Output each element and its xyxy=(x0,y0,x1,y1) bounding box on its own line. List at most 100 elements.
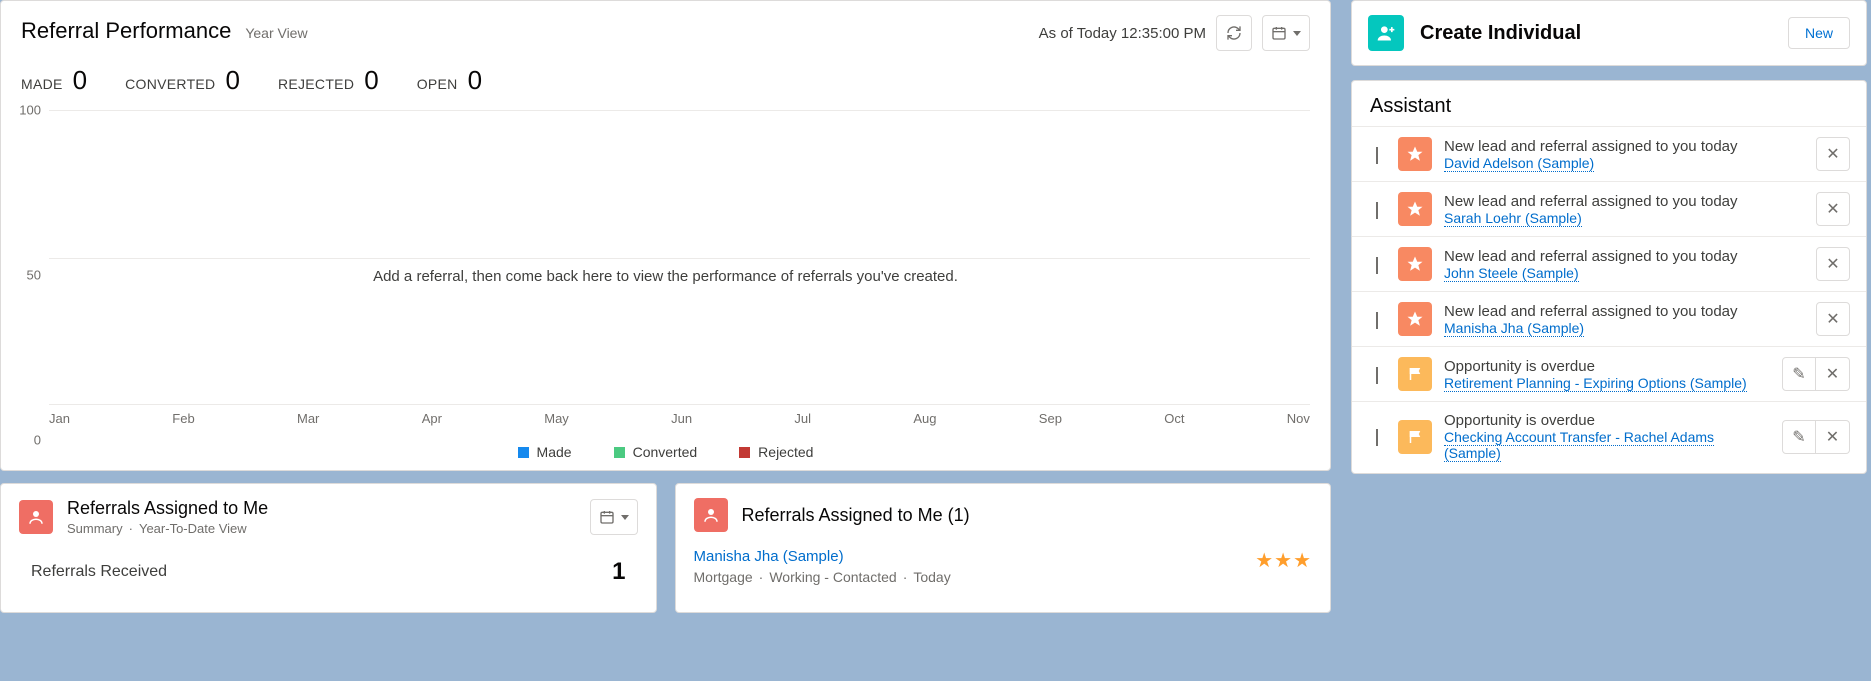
card-title: Referrals Assigned to Me xyxy=(67,498,268,519)
chevron-right-icon xyxy=(1376,312,1378,329)
close-icon: ✕ xyxy=(1826,254,1839,274)
assistant-item: Opportunity is overdueChecking Account T… xyxy=(1352,401,1866,471)
x-tick-label: May xyxy=(544,411,569,426)
x-tick-label: Nov xyxy=(1287,411,1310,426)
x-tick-label: Aug xyxy=(913,411,936,426)
calendar-icon xyxy=(1271,25,1287,41)
expand-button[interactable] xyxy=(1368,308,1386,331)
x-tick-label: Oct xyxy=(1164,411,1184,426)
pencil-icon: ✎ xyxy=(1792,427,1805,447)
dismiss-button[interactable]: ✕ xyxy=(1816,420,1850,454)
dismiss-button[interactable]: ✕ xyxy=(1816,357,1850,391)
assistant-card: Assistant New lead and referral assigned… xyxy=(1351,80,1867,474)
expand-button[interactable] xyxy=(1368,143,1386,166)
as-of-label: As of Today 12:35:00 PM xyxy=(1039,25,1206,42)
assistant-record-link[interactable]: Sarah Loehr (Sample) xyxy=(1444,210,1582,227)
expand-button[interactable] xyxy=(1368,425,1386,448)
dismiss-button[interactable]: ✕ xyxy=(1816,247,1850,281)
kpi-row: MADE 0 CONVERTED 0 REJECTED 0 OPEN 0 xyxy=(1,55,1330,110)
card-title: Referrals Assigned to Me (1) xyxy=(742,505,970,526)
assistant-record-link[interactable]: Checking Account Transfer - Rachel Adams… xyxy=(1444,429,1714,462)
dismiss-button[interactable]: ✕ xyxy=(1816,192,1850,226)
referrals-summary-card: Referrals Assigned to Me Summary·Year-To… xyxy=(0,483,657,613)
chevron-right-icon xyxy=(1376,367,1378,384)
referral-icon xyxy=(19,500,53,534)
assistant-record-link[interactable]: David Adelson (Sample) xyxy=(1444,155,1594,172)
summary-row: Referrals Received 1 xyxy=(1,544,656,600)
edit-button[interactable]: ✎ xyxy=(1782,420,1816,454)
y-tick-label: 0 xyxy=(1,433,41,448)
create-individual-card: Create Individual New xyxy=(1351,0,1867,66)
expand-button[interactable] xyxy=(1368,363,1386,386)
kpi-rejected: REJECTED 0 xyxy=(278,65,379,96)
chevron-right-icon xyxy=(1376,257,1378,274)
assistant-message: New lead and referral assigned to you to… xyxy=(1444,303,1804,320)
lead-icon xyxy=(1398,247,1432,281)
assistant-title: Assistant xyxy=(1352,95,1866,126)
assistant-record-link[interactable]: John Steele (Sample) xyxy=(1444,265,1579,282)
assistant-item: New lead and referral assigned to you to… xyxy=(1352,181,1866,236)
refresh-icon xyxy=(1226,25,1242,41)
assistant-record-link[interactable]: Manisha Jha (Sample) xyxy=(1444,320,1584,337)
x-tick-label: Mar xyxy=(297,411,319,426)
summary-row-label: Referrals Received xyxy=(31,563,167,581)
x-tick-label: Jul xyxy=(794,411,811,426)
card-subtitle: Summary·Year-To-Date View xyxy=(67,521,268,536)
chart-empty-message: Add a referral, then come back here to v… xyxy=(1,268,1330,285)
kpi-open: OPEN 0 xyxy=(417,65,482,96)
y-tick-label: 100 xyxy=(1,103,41,118)
legend-item-converted: Converted xyxy=(614,444,698,460)
edit-button[interactable]: ✎ xyxy=(1782,357,1816,391)
x-axis: Jan Feb Mar Apr May Jun Jul Aug Sep Oct … xyxy=(49,411,1310,426)
assistant-item: New lead and referral assigned to you to… xyxy=(1352,291,1866,346)
summary-row-value: 1 xyxy=(612,558,625,586)
opportunity-icon xyxy=(1398,357,1432,391)
close-icon: ✕ xyxy=(1826,364,1839,384)
close-icon: ✕ xyxy=(1826,427,1839,447)
opportunity-icon xyxy=(1398,420,1432,454)
legend-item-rejected: Rejected xyxy=(739,444,813,460)
person-icon xyxy=(1368,15,1404,51)
legend-swatch xyxy=(614,447,625,458)
date-range-button[interactable] xyxy=(1262,15,1310,51)
referral-list-item: Manisha Jha (Sample) Mortgage·Working - … xyxy=(676,540,1331,597)
performance-chart: 100 50 0 Add a referral, then come back … xyxy=(1,110,1330,440)
assistant-message: New lead and referral assigned to you to… xyxy=(1444,248,1804,265)
expand-button[interactable] xyxy=(1368,253,1386,276)
referral-icon xyxy=(694,498,728,532)
assistant-item: New lead and referral assigned to you to… xyxy=(1352,236,1866,291)
page-title: Referral Performance xyxy=(21,18,231,44)
x-tick-label: Feb xyxy=(172,411,194,426)
referral-name-link[interactable]: Manisha Jha (Sample) xyxy=(694,548,844,565)
lead-icon xyxy=(1398,302,1432,336)
lead-icon xyxy=(1398,192,1432,226)
close-icon: ✕ xyxy=(1826,199,1839,219)
referral-performance-card: Referral Performance Year View As of Tod… xyxy=(0,0,1331,471)
x-tick-label: Jun xyxy=(671,411,692,426)
kpi-made: MADE 0 xyxy=(21,65,87,96)
assistant-record-link[interactable]: Retirement Planning - Expiring Options (… xyxy=(1444,375,1747,392)
assistant-message: Opportunity is overdue xyxy=(1444,358,1770,375)
x-tick-label: Jan xyxy=(49,411,70,426)
new-button[interactable]: New xyxy=(1788,17,1850,49)
dismiss-button[interactable]: ✕ xyxy=(1816,137,1850,171)
legend-swatch xyxy=(739,447,750,458)
assistant-item: Opportunity is overdueRetirement Plannin… xyxy=(1352,346,1866,401)
card-date-range-button[interactable] xyxy=(590,499,638,535)
chevron-right-icon xyxy=(1376,429,1378,446)
legend-item-made: Made xyxy=(518,444,572,460)
legend-swatch xyxy=(518,447,529,458)
refresh-button[interactable] xyxy=(1216,15,1252,51)
assistant-message: New lead and referral assigned to you to… xyxy=(1444,138,1804,155)
star-rating: ★★★ xyxy=(1255,548,1312,573)
pencil-icon: ✎ xyxy=(1792,364,1805,384)
x-tick-label: Sep xyxy=(1039,411,1062,426)
chevron-right-icon xyxy=(1376,147,1378,164)
kpi-converted: CONVERTED 0 xyxy=(125,65,240,96)
referral-meta: Mortgage·Working - Contacted·Today xyxy=(694,569,951,585)
close-icon: ✕ xyxy=(1826,144,1839,164)
dismiss-button[interactable]: ✕ xyxy=(1816,302,1850,336)
lead-icon xyxy=(1398,137,1432,171)
expand-button[interactable] xyxy=(1368,198,1386,221)
assistant-message: Opportunity is overdue xyxy=(1444,412,1770,429)
